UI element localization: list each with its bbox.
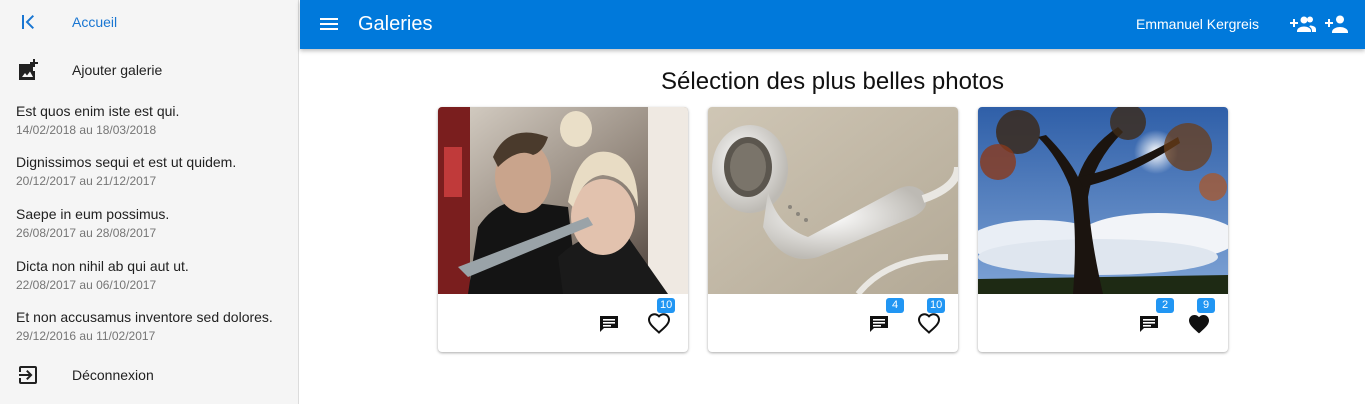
section-heading: Sélection des plus belles photos bbox=[661, 68, 1004, 95]
person-add-icon[interactable] bbox=[1324, 12, 1350, 36]
menu-icon[interactable] bbox=[317, 12, 341, 36]
heart-outline-icon[interactable] bbox=[917, 312, 941, 336]
tree-sky-photo[interactable] bbox=[978, 107, 1228, 294]
comment-icon[interactable] bbox=[597, 312, 621, 336]
heart-outline-icon[interactable] bbox=[647, 312, 671, 336]
app-bar: Galeries Emmanuel Kergreis bbox=[300, 0, 1365, 49]
gallery-title: Dicta non nihil ab qui aut ut. bbox=[16, 258, 189, 274]
gallery-list-item[interactable]: Et non accusamus inventore sed dolores. … bbox=[16, 309, 286, 343]
gallery-list-item[interactable]: Dignissimos sequi et est ut quidem. 20/1… bbox=[16, 154, 286, 188]
photo-card: 4 10 bbox=[708, 107, 958, 352]
earphones-photo[interactable] bbox=[708, 107, 958, 294]
gallery-dates: 14/02/2018 au 18/03/2018 bbox=[16, 123, 157, 137]
user-name[interactable]: Emmanuel Kergreis bbox=[1136, 16, 1259, 32]
add-photo-icon bbox=[19, 59, 38, 80]
sidebar: Accueil Ajouter galerie Est quos enim is… bbox=[0, 0, 299, 404]
gallery-dates: 26/08/2017 au 28/08/2017 bbox=[16, 226, 157, 240]
gallery-title: Dignissimos sequi et est ut quidem. bbox=[16, 154, 237, 170]
gallery-dates: 29/12/2016 au 11/02/2017 bbox=[16, 329, 156, 343]
photo-card: 10 bbox=[438, 107, 688, 352]
comments-badge: 2 bbox=[1156, 298, 1174, 313]
comment-icon[interactable] bbox=[867, 312, 891, 336]
couple-knife-photo[interactable] bbox=[438, 107, 688, 294]
comment-icon[interactable] bbox=[1137, 312, 1161, 336]
gallery-dates: 22/08/2017 au 06/10/2017 bbox=[16, 278, 157, 292]
gallery-list-item[interactable]: Saepe in eum possimus. 26/08/2017 au 28/… bbox=[16, 206, 286, 240]
sidebar-item-label: Accueil bbox=[72, 14, 118, 30]
logout-icon bbox=[19, 366, 37, 384]
likes-badge: 9 bbox=[1197, 298, 1215, 313]
group-add-icon[interactable] bbox=[1290, 12, 1316, 36]
gallery-title: Est quos enim iste est qui. bbox=[16, 103, 180, 119]
likes-badge: 10 bbox=[927, 298, 946, 313]
sidebar-item-home[interactable]: Accueil bbox=[0, 0, 299, 44]
gallery-list-item[interactable]: Est quos enim iste est qui. 14/02/2018 a… bbox=[16, 103, 286, 137]
photo-card: 2 9 bbox=[978, 107, 1228, 352]
gallery-title: Saepe in eum possimus. bbox=[16, 206, 170, 222]
heart-filled-icon[interactable] bbox=[1187, 312, 1211, 336]
collapse-left-icon bbox=[22, 15, 34, 29]
gallery-dates: 20/12/2017 au 21/12/2017 bbox=[16, 174, 157, 188]
sidebar-item-label: Ajouter galerie bbox=[72, 62, 163, 78]
sidebar-item-label: Déconnexion bbox=[72, 367, 154, 383]
likes-badge: 10 bbox=[657, 298, 676, 313]
sidebar-item-logout[interactable]: Déconnexion bbox=[0, 353, 299, 397]
sidebar-item-add-gallery[interactable]: Ajouter galerie bbox=[0, 48, 299, 92]
page-title: Galeries bbox=[358, 13, 433, 35]
comments-badge: 4 bbox=[886, 298, 904, 313]
gallery-list-item[interactable]: Dicta non nihil ab qui aut ut. 22/08/201… bbox=[16, 258, 286, 292]
gallery-title: Et non accusamus inventore sed dolores. bbox=[16, 309, 273, 325]
